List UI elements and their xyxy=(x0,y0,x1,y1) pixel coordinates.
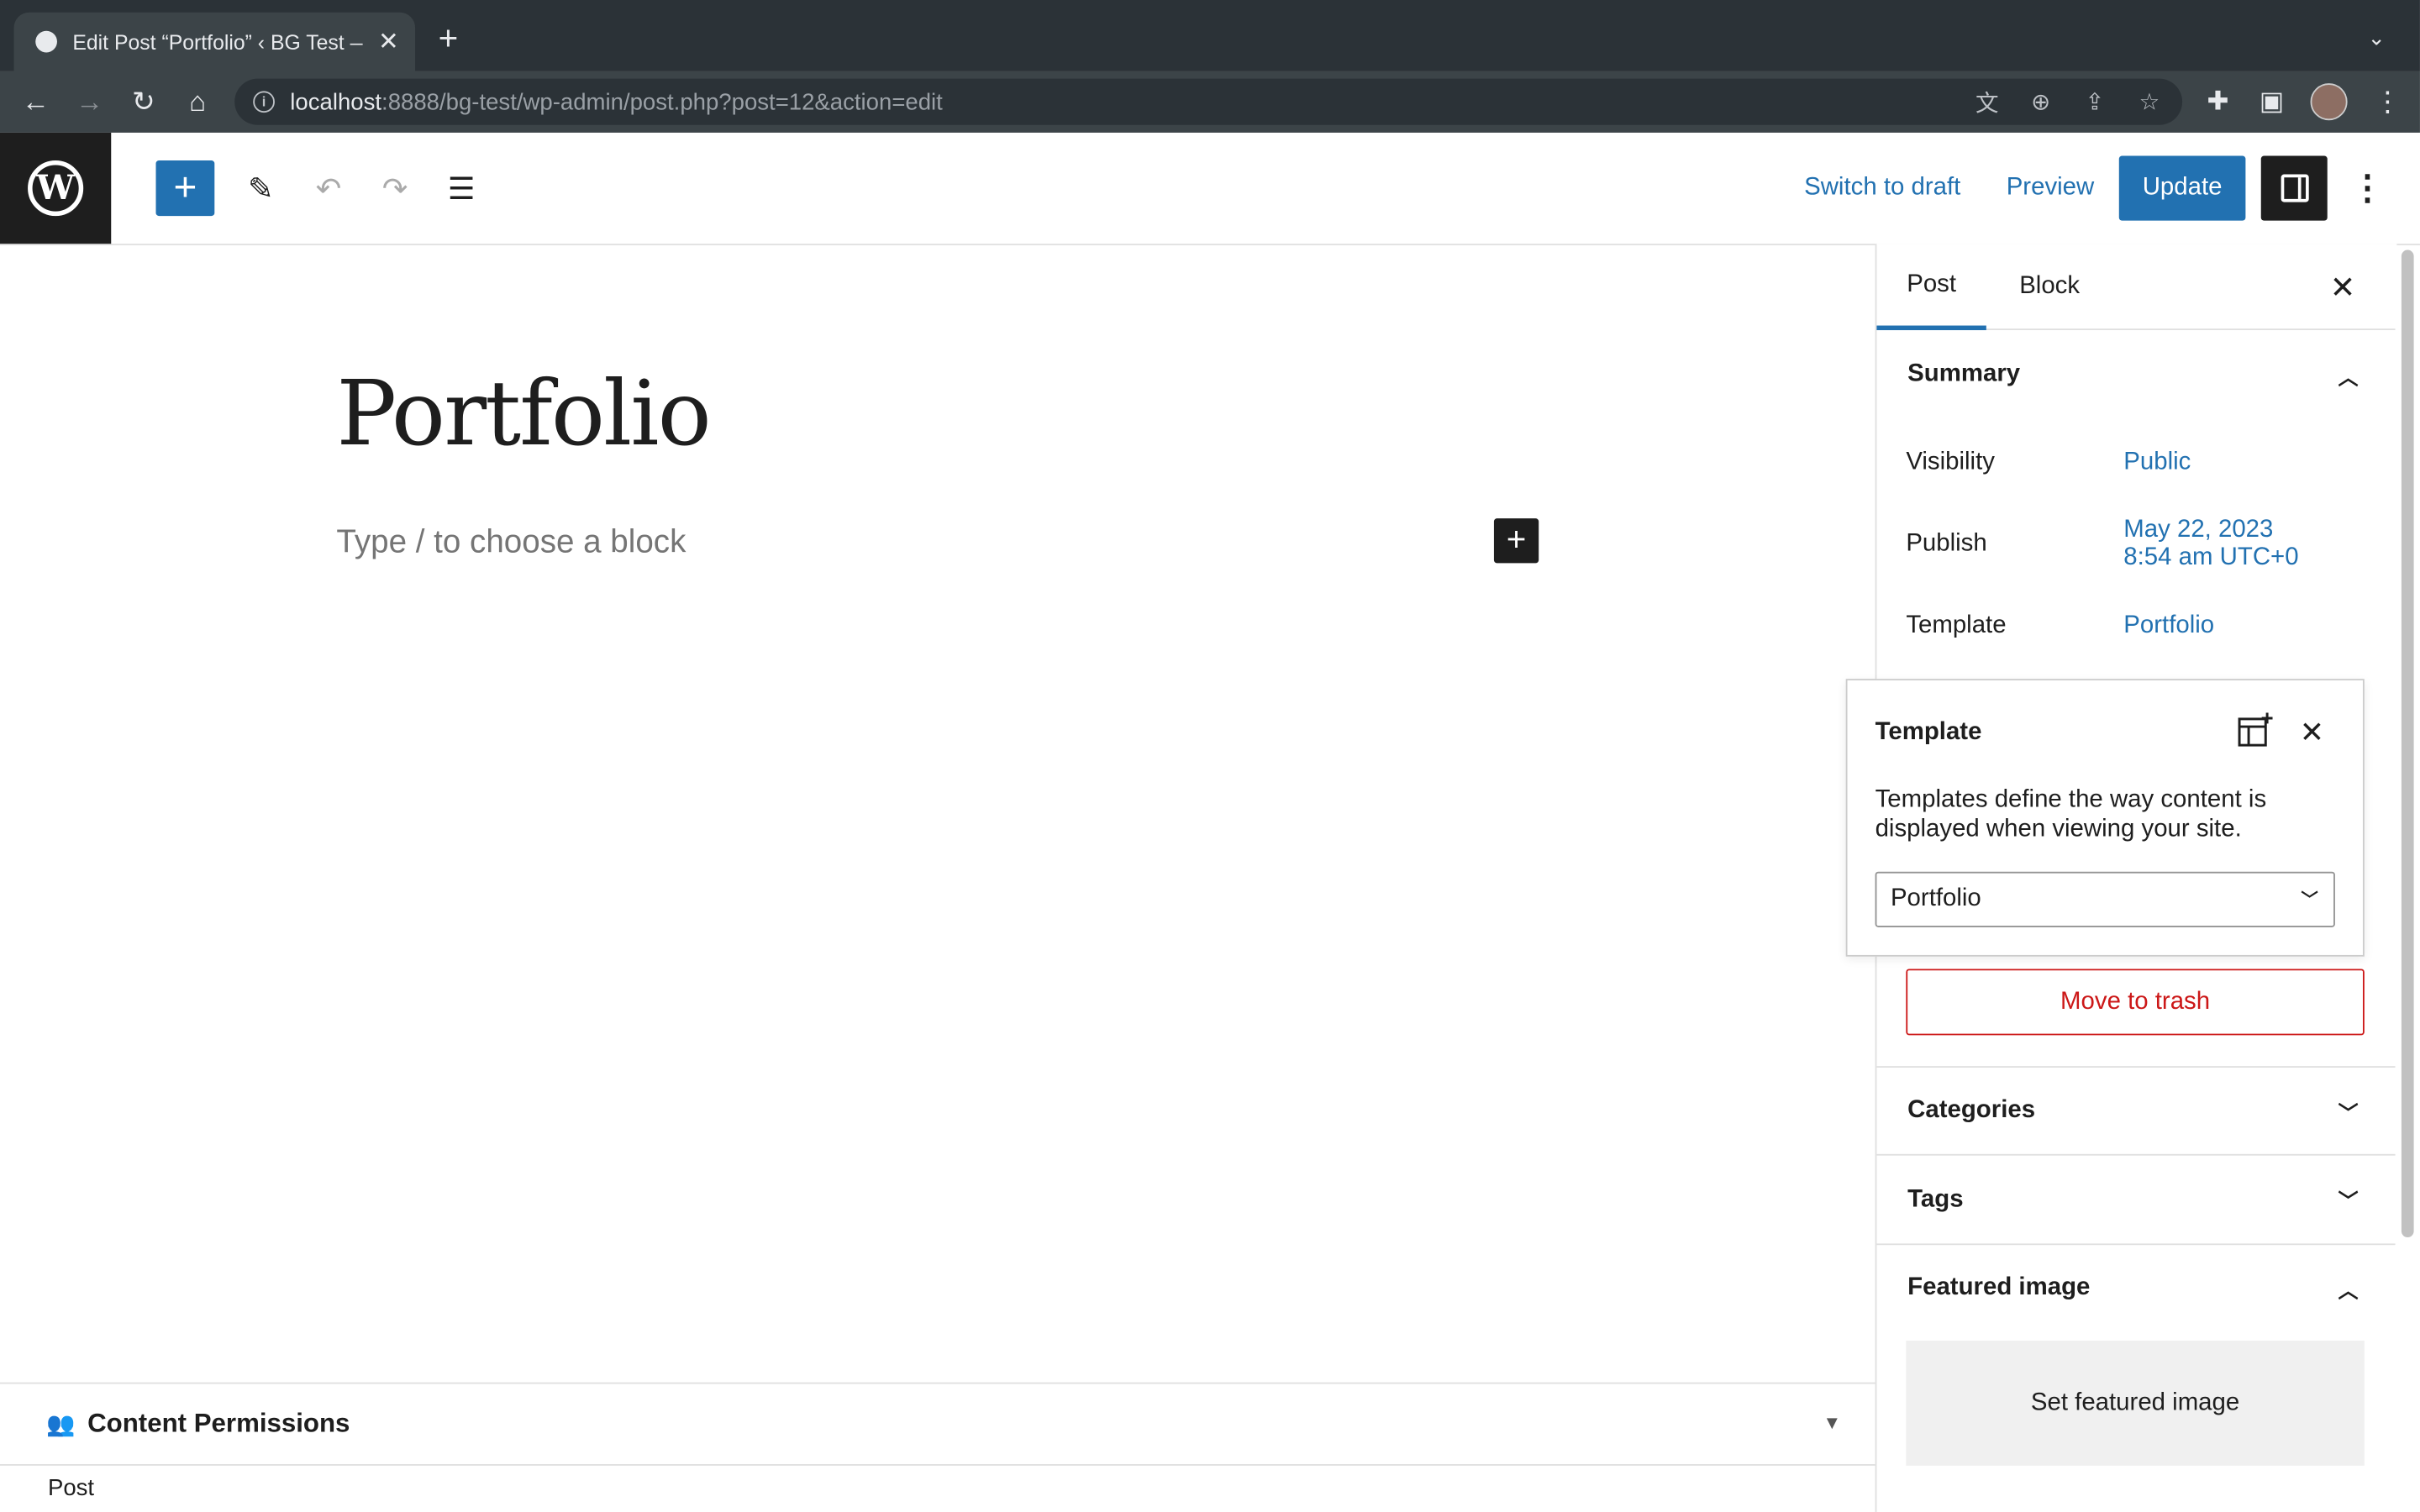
chevron-down-icon: ﹀ xyxy=(2338,1189,2359,1213)
tags-title: Tags xyxy=(1907,1185,1964,1212)
close-sidebar-icon[interactable]: ✕ xyxy=(2324,265,2361,308)
block-placeholder[interactable]: Type / to choose a block xyxy=(336,524,686,561)
preview-button[interactable]: Preview xyxy=(2007,175,2095,202)
address-bar[interactable]: i localhost:8888/bg-test/wp-admin/post.p… xyxy=(234,78,2183,125)
redo-icon[interactable]: ↷ xyxy=(367,160,423,216)
template-label: Template xyxy=(1906,612,2007,639)
side-panel-icon[interactable]: ▣ xyxy=(2260,71,2285,132)
tab-block[interactable]: Block xyxy=(2002,244,2097,330)
chevron-up-icon: ︿ xyxy=(2338,365,2359,388)
popover-title: Template xyxy=(1875,718,1982,746)
forward-button[interactable]: → xyxy=(63,71,115,132)
site-info-icon[interactable]: i xyxy=(253,91,275,113)
wordpress-logo-icon: W xyxy=(28,160,84,217)
bookmark-star-icon[interactable]: ☆ xyxy=(2139,79,2160,125)
settings-sidebar-icon xyxy=(2280,174,2308,202)
profile-avatar[interactable] xyxy=(2310,83,2348,121)
chevron-down-icon: ﹀ xyxy=(2338,1100,2359,1125)
popover-description: Templates define the way content is disp… xyxy=(1875,786,2267,843)
visibility-label: Visibility xyxy=(1906,449,1995,475)
summary-panel-toggle[interactable]: Summary ︿ xyxy=(1876,330,2395,420)
new-tab-button[interactable]: + xyxy=(439,21,459,55)
tab-search-chevron-icon[interactable]: ⌄ xyxy=(2367,24,2386,50)
chevron-down-icon: ﹀ xyxy=(2301,891,2318,911)
inline-add-block-button[interactable]: + xyxy=(1493,518,1539,564)
tags-panel-toggle[interactable]: Tags ﹀ xyxy=(1876,1156,2395,1244)
categories-title: Categories xyxy=(1907,1096,2036,1124)
undo-icon[interactable]: ↶ xyxy=(301,160,356,216)
tab-title: Edit Post “Portfolio” ‹ BG Test — WordPr… xyxy=(72,29,362,54)
wordpress-favicon-icon xyxy=(35,30,57,53)
reload-button[interactable]: ↻ xyxy=(118,71,170,132)
document-overview-icon[interactable]: ☰ xyxy=(434,160,489,216)
options-kebab-icon[interactable]: ⋮ xyxy=(2349,164,2386,213)
publish-label: Publish xyxy=(1906,530,1987,558)
post-title[interactable]: Portfolio xyxy=(336,361,711,466)
metabox-toggle-icon[interactable]: ▼ xyxy=(1823,1412,1841,1434)
zoom-icon[interactable]: ⊕ xyxy=(2031,79,2050,125)
featured-image-title: Featured image xyxy=(1907,1274,2091,1301)
groups-icon: 👥 xyxy=(46,1411,76,1438)
translate-icon[interactable]: 文 xyxy=(1975,79,1999,125)
browser-tab[interactable]: Edit Post “Portfolio” ‹ BG Test — WordPr… xyxy=(13,12,416,71)
update-button[interactable]: Update xyxy=(2118,155,2246,221)
content-permissions-metabox[interactable]: 👥 Content Permissions ▼ xyxy=(0,1382,1876,1466)
summary-title: Summary xyxy=(1907,360,2021,388)
url-host: localhost xyxy=(290,88,382,115)
tab-post[interactable]: Post xyxy=(1876,244,1986,331)
close-popover-icon[interactable]: ✕ xyxy=(2296,714,2328,751)
home-button[interactable]: ⌂ xyxy=(171,71,224,132)
settings-toggle-button[interactable] xyxy=(2260,155,2328,221)
share-icon[interactable]: ⇪ xyxy=(2085,79,2104,125)
block-breadcrumb[interactable]: Post xyxy=(48,1475,94,1501)
extensions-puzzle-icon[interactable]: ✚ xyxy=(2207,71,2228,132)
add-block-button[interactable]: + xyxy=(155,160,215,217)
publish-date-link[interactable]: May 22, 2023 8:54 am UTC+0 xyxy=(2123,517,2298,572)
back-button[interactable]: ← xyxy=(9,71,61,132)
publish-time: 8:54 am UTC+0 xyxy=(2123,544,2299,571)
tab-close-icon[interactable]: ✕ xyxy=(378,26,399,57)
add-template-icon[interactable] xyxy=(2235,711,2275,752)
metabox-title: Content Permissions xyxy=(87,1408,350,1438)
featured-image-panel-toggle[interactable]: Featured image ︿ xyxy=(1876,1245,2395,1331)
url-path: :8888/bg-test/wp-admin/post.php?post=12&… xyxy=(381,88,943,115)
chevron-up-icon: ︿ xyxy=(2338,1278,2359,1302)
sidebar-scrollbar[interactable] xyxy=(2401,249,2414,1238)
publish-date: May 22, 2023 xyxy=(2123,517,2274,543)
switch-to-draft-button[interactable]: Switch to draft xyxy=(1804,175,1960,202)
move-to-trash-button[interactable]: Move to trash xyxy=(1906,969,2365,1036)
wordpress-logo-button[interactable]: W xyxy=(0,132,112,244)
template-select[interactable]: Portfolio ﹀ xyxy=(1875,871,2335,927)
tools-pencil-icon[interactable]: ✎ xyxy=(233,160,288,216)
visibility-value[interactable]: Public xyxy=(2123,449,2191,476)
template-select-value: Portfolio xyxy=(1890,885,1981,912)
set-featured-image-button[interactable]: Set featured image xyxy=(1906,1341,2365,1466)
browser-menu-icon[interactable]: ⋮ xyxy=(2374,71,2402,132)
categories-panel-toggle[interactable]: Categories ﹀ xyxy=(1876,1068,2395,1154)
template-value[interactable]: Portfolio xyxy=(2123,612,2214,640)
